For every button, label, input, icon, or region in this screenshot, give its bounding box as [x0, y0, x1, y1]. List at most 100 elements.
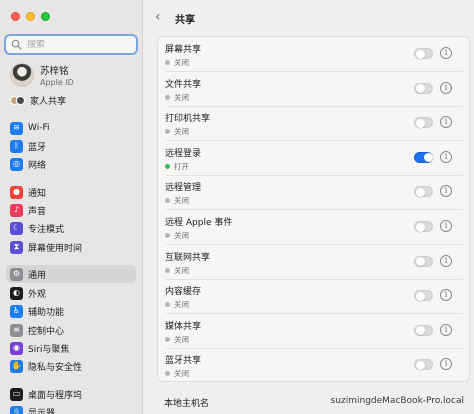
back-icon[interactable]: ‹	[155, 9, 161, 25]
siri-icon: ◉	[10, 341, 23, 355]
zoom-window-button[interactable]	[41, 12, 50, 21]
info-icon[interactable]: i	[440, 358, 452, 371]
service-toggle[interactable]	[414, 290, 433, 302]
service-name: 远程登录	[165, 148, 202, 159]
minimize-window-button[interactable]	[26, 12, 35, 21]
status-dot-icon	[165, 302, 170, 308]
info-icon[interactable]: i	[440, 220, 452, 232]
sharing-service-row: 打印机共享 关闭 i	[158, 106, 469, 142]
appearance-icon: ◐	[10, 286, 23, 300]
settings-window: 苏梓铭 Apple ID 家人共享 ≋ Wi-Fi ᛒ 蓝牙 ◎ 网络 ● 通知 ♪ 声音 ☾ 专注模式…	[0, 0, 474, 414]
info-icon[interactable]: i	[440, 116, 452, 129]
window-controls	[11, 12, 50, 21]
sharing-service-row: 文件共享 关闭 i	[158, 72, 469, 107]
sidebar-item-label: 声音	[28, 206, 47, 217]
sidebar-item-label: 通知	[28, 188, 47, 199]
sound-icon: ♪	[10, 203, 23, 217]
sharing-service-row: 远程 Apple 事件 关闭 i	[158, 210, 469, 245]
sidebar-item-general[interactable]: ⚙ 通用	[6, 265, 136, 283]
sidebar-item-wifi[interactable]: ≋ Wi-Fi	[6, 119, 136, 137]
service-name: 远程管理	[165, 183, 202, 194]
info-icon[interactable]: i	[440, 323, 452, 336]
sidebar-item-label: 辅助功能	[28, 307, 65, 318]
family-icon	[10, 94, 25, 107]
sidebar-item-appearance[interactable]: ◐ 外观	[6, 284, 136, 302]
service-name: 远程 Apple 事件	[165, 218, 233, 228]
profile-subtitle: Apple ID	[40, 78, 74, 87]
local-hostname-row: 本地主机名 suzimingdeMacBook-Pro.local	[157, 390, 470, 414]
info-icon[interactable]: i	[440, 81, 452, 94]
sidebar-item-control-center[interactable]: ≡ 控制中心	[6, 321, 136, 339]
profile-name: 苏梓铭	[40, 66, 69, 77]
service-toggle[interactable]	[414, 221, 433, 232]
sidebar-item-family[interactable]: 家人共享	[6, 91, 136, 109]
sidebar-item-sound[interactable]: ♪ 声音	[6, 201, 136, 219]
service-name: 互联网共享	[165, 252, 211, 263]
service-name: 蓝牙共享	[165, 356, 202, 367]
sidebar-item-label: 通用	[28, 270, 47, 281]
toggle-knob	[415, 360, 425, 370]
info-icon[interactable]: i	[440, 150, 452, 163]
sidebar-item-focus[interactable]: ☾ 专注模式	[6, 219, 136, 237]
sharing-service-row: 屏幕共享关闭 i	[158, 37, 469, 72]
close-window-button[interactable]	[11, 12, 20, 21]
service-status-text: 关闭	[174, 265, 189, 275]
sidebar-item-label: Siri与聚焦	[28, 344, 70, 355]
control-center-icon: ≡	[10, 323, 23, 337]
sidebar-item-siri[interactable]: ◉ Siri与聚焦	[6, 339, 136, 357]
info-icon[interactable]: i	[440, 254, 452, 267]
apple-id-profile[interactable]: 苏梓铭 Apple ID	[10, 63, 74, 87]
service-status-text: 关闭	[174, 369, 189, 379]
service-status-text: 关闭	[174, 92, 189, 102]
sidebar-item-bluetooth[interactable]: ᛒ 蓝牙	[6, 137, 136, 155]
focus-icon: ☾	[10, 221, 23, 235]
service-toggle[interactable]	[414, 255, 433, 267]
sidebar-item-displays[interactable]: ☼ 显示器	[6, 403, 136, 414]
service-status-text: 关闭	[174, 334, 189, 344]
toggle-knob	[423, 153, 433, 163]
sidebar-item-label: 屏幕使用时间	[28, 243, 83, 254]
service-status-text: 打开	[174, 161, 189, 171]
service-status: 关闭	[165, 230, 189, 241]
service-name: 内容缓存	[165, 287, 202, 298]
sidebar-item-network[interactable]: ◎ 网络	[6, 155, 136, 173]
wifi-icon: ≋	[10, 121, 23, 135]
service-status-text: 关闭	[174, 300, 189, 310]
hostname-label: 本地主机名	[164, 399, 210, 409]
search-field[interactable]	[4, 34, 138, 55]
sidebar-item-privacy[interactable]: ✋ 隐私与安全性	[6, 357, 136, 375]
service-status: 关闭	[165, 57, 189, 68]
screen-time-icon: ⧗	[10, 240, 23, 254]
sharing-service-row: 媒体共享 关闭 i	[158, 314, 469, 349]
sidebar-item-screen-time[interactable]: ⧗ 屏幕使用时间	[6, 238, 136, 256]
info-icon[interactable]: i	[440, 47, 452, 59]
service-name: 屏幕共享	[165, 45, 202, 55]
sidebar-item-accessibility[interactable]: ♿ 辅助功能	[6, 302, 136, 320]
service-status: 关闭	[165, 126, 189, 137]
status-dot-icon	[165, 163, 170, 169]
service-toggle[interactable]	[414, 48, 433, 59]
info-icon[interactable]: i	[440, 185, 452, 198]
sidebar-item-label: 隐私与安全性	[28, 362, 83, 373]
search-input[interactable]	[27, 39, 127, 50]
service-toggle[interactable]	[414, 82, 433, 94]
main-pane: ‹ 共享 屏幕共享 关闭 i 文件共享 关闭 i 打印机共享 关闭 i 远程登录 打开 i 远程管理 关闭…	[143, 0, 474, 414]
service-toggle[interactable]	[414, 151, 433, 163]
info-icon[interactable]: i	[440, 289, 452, 302]
search-icon	[11, 39, 22, 50]
bluetooth-icon: ᛒ	[10, 139, 23, 153]
service-status-text: 关闭	[174, 58, 189, 67]
service-toggle[interactable]	[414, 186, 433, 198]
sharing-service-row: 远程管理 关闭 i	[158, 175, 469, 211]
service-status: 打开	[165, 161, 189, 172]
service-toggle[interactable]	[414, 324, 433, 336]
sidebar-item-label: 控制中心	[28, 326, 65, 337]
page-title: 共享	[175, 15, 195, 26]
status-dot-icon	[165, 233, 170, 238]
service-status: 关闭	[165, 299, 189, 310]
sidebar-item-notifications[interactable]: ● 通知	[6, 183, 136, 201]
service-toggle[interactable]	[414, 359, 433, 371]
service-toggle[interactable]	[414, 117, 433, 129]
sidebar-item-desktop-dock[interactable]: ▭ 桌面与程序坞	[6, 385, 136, 403]
toggle-knob	[415, 118, 425, 128]
